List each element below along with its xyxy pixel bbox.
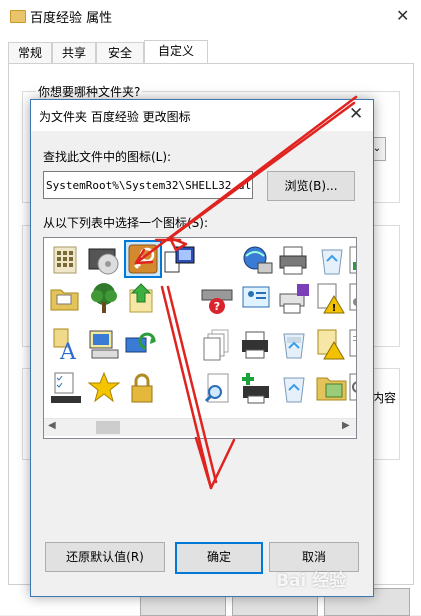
- font-icon[interactable]: A: [48, 326, 84, 365]
- warning-document-icon[interactable]: !: [314, 280, 350, 316]
- tab-general[interactable]: 常规: [8, 42, 52, 63]
- svg-text:A: A: [59, 340, 77, 362]
- document-icon[interactable]: [346, 326, 356, 362]
- keypad-icon[interactable]: [48, 242, 84, 278]
- settings-document-icon[interactable]: [346, 280, 356, 316]
- monitor-network-icon[interactable]: [162, 242, 198, 278]
- select-icon-label: 从以下列表中选择一个图标(S):: [43, 216, 209, 230]
- restore-default-button[interactable]: 还原默认值(R): [45, 542, 165, 572]
- upload-arrow-icon[interactable]: [124, 280, 160, 316]
- folder-image-icon[interactable]: [314, 370, 350, 406]
- recycle-bin-icon[interactable]: [276, 370, 312, 406]
- scrollbar-thumb[interactable]: [96, 421, 120, 434]
- printer-icon[interactable]: [276, 242, 312, 278]
- print-save-icon[interactable]: [276, 280, 312, 316]
- open-folder-icon[interactable]: [48, 280, 84, 316]
- checklist-icon[interactable]: [48, 370, 84, 406]
- screen-icon[interactable]: [238, 280, 274, 316]
- icon-list[interactable]: ? ! A ◀ ▶: [43, 237, 357, 439]
- add-printer-icon[interactable]: [238, 370, 274, 406]
- error-device-icon[interactable]: ?: [200, 280, 236, 316]
- copy-documents-icon[interactable]: [200, 326, 236, 362]
- recycle-bin-icon[interactable]: [314, 242, 350, 278]
- scroll-left-icon[interactable]: ◀: [48, 420, 56, 431]
- folder-icon: [10, 10, 26, 23]
- close-icon[interactable]: ✕: [349, 104, 363, 124]
- star-icon[interactable]: [86, 370, 122, 406]
- svg-text:!: !: [332, 303, 337, 314]
- folder-type-question: 你想要哪种文件夹?: [36, 83, 143, 100]
- horizontal-scrollbar[interactable]: ◀ ▶: [44, 418, 356, 436]
- tab-customize[interactable]: 自定义: [144, 40, 208, 64]
- search-document-icon[interactable]: [200, 370, 236, 406]
- computer-icon[interactable]: [86, 326, 122, 362]
- document-green-icon[interactable]: [346, 242, 356, 278]
- scroll-right-icon[interactable]: ▶: [342, 420, 350, 431]
- warning-document-icon[interactable]: [314, 326, 350, 362]
- partial-label: 内容: [372, 391, 397, 405]
- tree-icon[interactable]: [86, 280, 122, 316]
- recycle-bin-full-icon[interactable]: [276, 326, 312, 362]
- properties-title: 百度经验 属性: [30, 11, 113, 26]
- tab-sharing[interactable]: 共享: [52, 42, 96, 63]
- network-globe-icon[interactable]: [238, 242, 274, 278]
- gear-document-icon[interactable]: [346, 370, 356, 406]
- properties-titlebar: 百度经验 属性 ✕: [0, 0, 421, 32]
- find-icons-label: 查找此文件中的图标(L):: [43, 150, 172, 164]
- key-icon[interactable]: [124, 240, 162, 278]
- icon-file-path-input[interactable]: SystemRoot%\System32\SHELL32.dll: [43, 171, 253, 199]
- tab-security[interactable]: 安全: [96, 42, 144, 63]
- change-icon-dialog: 为文件夹 百度经验 更改图标 ✕ 查找此文件中的图标(L): SystemRoo…: [30, 99, 374, 597]
- refresh-monitor-icon[interactable]: [124, 326, 160, 362]
- cd-drive-icon[interactable]: [86, 242, 122, 278]
- ok-button[interactable]: 确定: [175, 542, 263, 574]
- svg-text:?: ?: [214, 300, 220, 313]
- browse-button[interactable]: 浏览(B)...: [267, 171, 355, 201]
- printer-icon[interactable]: [238, 326, 274, 362]
- dialog-title: 为文件夹 百度经验 更改图标: [39, 110, 191, 124]
- lock-icon[interactable]: [124, 370, 160, 406]
- dialog-titlebar: 为文件夹 百度经验 更改图标 ✕: [31, 100, 373, 131]
- close-icon[interactable]: ✕: [396, 6, 409, 25]
- watermark: Bai 经验: [276, 571, 347, 591]
